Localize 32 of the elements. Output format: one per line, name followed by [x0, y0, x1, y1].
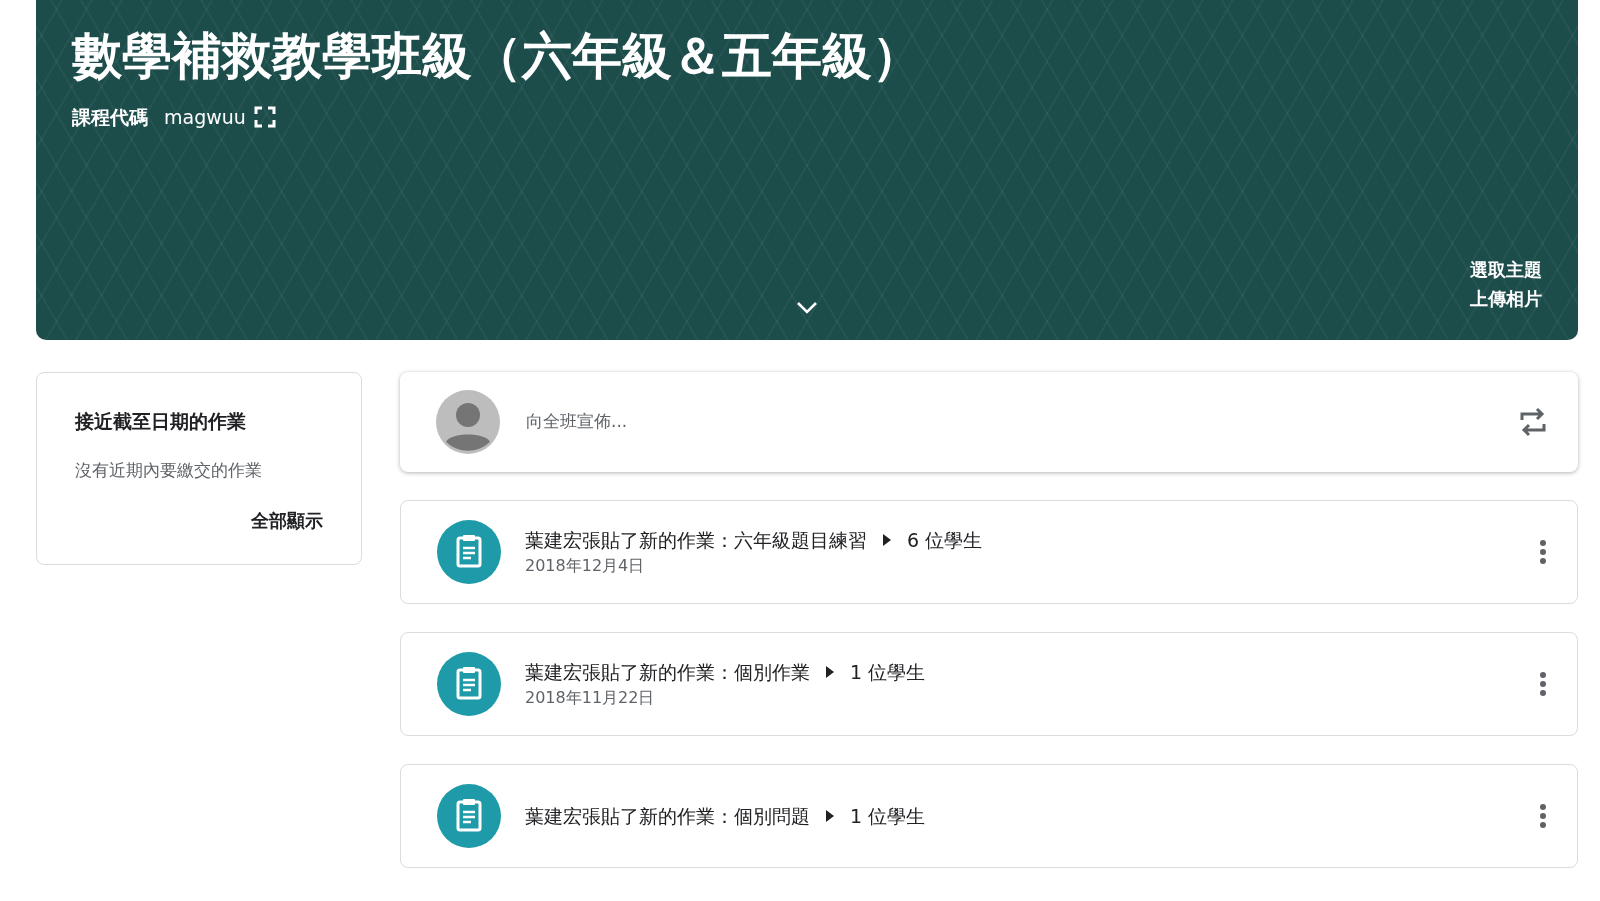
- more-options-icon[interactable]: [1539, 803, 1547, 829]
- audience-text: 6 位學生: [907, 527, 983, 553]
- banner-link[interactable]: 選取主題: [1470, 254, 1542, 285]
- more-options-icon[interactable]: [1539, 539, 1547, 565]
- view-all-link[interactable]: 全部顯示: [251, 510, 323, 531]
- audience-text: 1 位學生: [850, 659, 926, 685]
- empty-message: 沒有近期內要繳交的作業: [75, 458, 263, 482]
- avatar-icon: [436, 390, 500, 454]
- post-title: 葉建宏張貼了新的作業：個別作業: [525, 659, 810, 685]
- clipboard-icon: [437, 652, 501, 716]
- clipboard-icon: [437, 520, 501, 584]
- repost-icon[interactable]: [1518, 406, 1548, 438]
- audience-text: 1 位學生: [850, 803, 926, 829]
- post-date: 2018年11月22日: [525, 687, 656, 710]
- class-code: magwuu: [164, 105, 246, 130]
- chevron-down-icon[interactable]: [795, 300, 819, 316]
- caret-right-icon: [826, 810, 834, 822]
- clipboard-icon: [437, 784, 501, 848]
- post-title: 葉建宏張貼了新的作業：六年級題目練習: [525, 527, 867, 553]
- post-card[interactable]: 葉建宏張貼了新的作業：個別問題 1 位學生: [400, 764, 1578, 868]
- class-code-label: 課程代碼: [72, 105, 148, 130]
- post-title: 葉建宏張貼了新的作業：個別問題: [525, 803, 810, 829]
- post-date: 2018年12月4日: [525, 555, 646, 578]
- upcoming-title: 接近截至日期的作業: [75, 409, 247, 434]
- post-card[interactable]: 葉建宏張貼了新的作業：個別作業 1 位學生 2018年11月22日: [400, 632, 1578, 736]
- fullscreen-icon[interactable]: [253, 106, 276, 129]
- caret-right-icon: [883, 534, 891, 546]
- banner-link[interactable]: 上傳相片: [1470, 284, 1542, 314]
- caret-right-icon: [826, 666, 834, 678]
- post-card[interactable]: 葉建宏張貼了新的作業：六年級題目練習 6 位學生 2018年12月4日: [400, 500, 1578, 604]
- more-options-icon[interactable]: [1539, 671, 1547, 697]
- class-title: 數學補救教學班級（六年級＆五年級）: [72, 26, 923, 87]
